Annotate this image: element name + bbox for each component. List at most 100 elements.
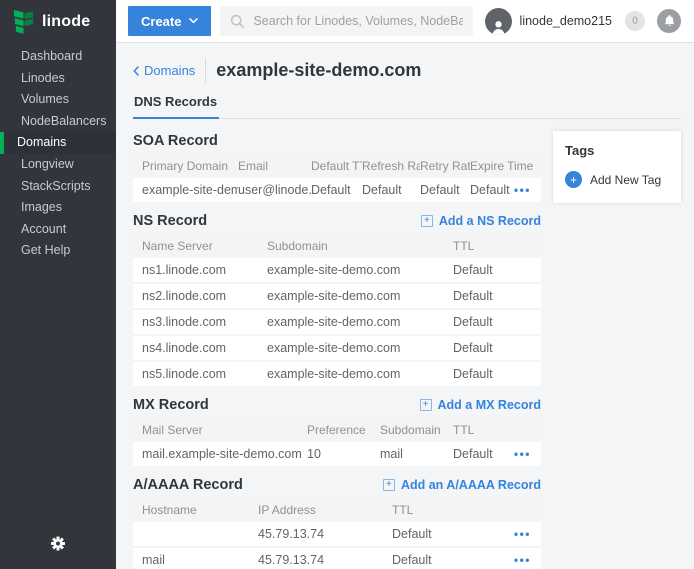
topbar: Create linode_demo215 0 xyxy=(116,0,694,43)
table-row: mail.example-site-demo.com10mailDefault•… xyxy=(133,442,541,466)
sidebar-item-label: Linodes xyxy=(21,71,65,85)
row-actions-menu-icon[interactable]: ••• xyxy=(514,528,531,540)
username[interactable]: linode_demo215 xyxy=(520,14,612,28)
sidebar-item-account[interactable]: Account xyxy=(0,219,116,241)
a-aaaa-record-section: A/AAAA Record + Add an A/AAAA Record Hos… xyxy=(133,476,541,569)
column-header: TTL xyxy=(392,503,541,517)
sidebar-item-label: Dashboard xyxy=(21,49,82,63)
table-header-row: HostnameIP AddressTTL xyxy=(133,500,541,520)
mx-record-table: Mail ServerPreferenceSubdomainTTL mail.e… xyxy=(133,420,541,466)
sidebar-item-label: Images xyxy=(21,200,62,214)
tab-bar: DNS Records xyxy=(133,93,681,119)
add-ns-record-button[interactable]: + Add a NS Record xyxy=(421,214,541,228)
sidebar-item-label: StackScripts xyxy=(21,179,90,193)
row-actions-menu-icon[interactable]: ••• xyxy=(514,184,531,196)
linode-logo[interactable]: linode xyxy=(0,0,116,43)
tab-dns-records[interactable]: DNS Records xyxy=(133,94,219,119)
table-cell: mail.example-site-demo.com xyxy=(133,447,307,461)
chevron-left-icon xyxy=(133,66,139,76)
sidebar-item-nodebalancers[interactable]: NodeBalancers xyxy=(0,111,116,133)
table-body: mail.example-site-demo.com10mailDefault•… xyxy=(133,442,541,466)
search-input[interactable] xyxy=(253,14,462,28)
sidebar-item-images[interactable]: Images xyxy=(0,197,116,219)
add-tag-label: Add New Tag xyxy=(590,173,661,187)
sidebar-item-domains[interactable]: Domains xyxy=(0,132,116,154)
table-row: 45.79.13.74Default••• xyxy=(133,522,541,546)
table-cell: ns3.linode.com xyxy=(133,315,267,329)
user-avatar[interactable] xyxy=(485,8,512,35)
table-row: ns4.linode.comexample-site-demo.comDefau… xyxy=(133,336,541,360)
sidebar-item-volumes[interactable]: Volumes xyxy=(0,89,116,111)
sidebar-item-label: Get Help xyxy=(21,243,70,257)
breadcrumb-divider xyxy=(205,58,206,83)
settings-gear-icon[interactable] xyxy=(51,536,66,556)
table-cell: ns4.linode.com xyxy=(133,341,267,355)
sidebar-item-longview[interactable]: Longview xyxy=(0,154,116,176)
row-actions-menu-icon[interactable]: ••• xyxy=(514,448,531,460)
sidebar-item-get-help[interactable]: Get Help xyxy=(0,240,116,262)
row-actions-menu-icon[interactable]: ••• xyxy=(514,554,531,566)
notification-count-badge[interactable]: 0 xyxy=(625,11,645,31)
column-header: TTL xyxy=(453,239,541,253)
add-a-aaaa-record-button[interactable]: + Add an A/AAAA Record xyxy=(383,478,541,492)
sidebar-item-stackscripts[interactable]: StackScripts xyxy=(0,176,116,198)
table-body: ns1.linode.comexample-site-demo.comDefau… xyxy=(133,258,541,386)
create-button[interactable]: Create xyxy=(128,6,211,36)
add-button-label: Add an A/AAAA Record xyxy=(401,478,541,492)
column-header: Preference xyxy=(307,423,380,437)
sidebar-item-label: Longview xyxy=(21,157,74,171)
page-title: example-site-demo.com xyxy=(216,60,421,81)
column-header: Hostname xyxy=(133,503,258,517)
add-button-label: Add a MX Record xyxy=(438,398,542,412)
column-header: Default TTL xyxy=(311,159,362,173)
section-title: A/AAAA Record xyxy=(133,477,243,493)
column-header: TTL xyxy=(453,423,541,437)
add-mx-record-button[interactable]: + Add a MX Record xyxy=(420,398,542,412)
section-title: NS Record xyxy=(133,213,207,229)
table-cell: Default xyxy=(453,367,541,381)
table-cell: example-site-demo.com xyxy=(267,341,453,355)
table-cell: Default xyxy=(311,183,362,197)
table-cell: mail xyxy=(133,553,258,567)
table-cell: ns2.linode.com xyxy=(133,289,267,303)
table-cell: Default xyxy=(362,183,420,197)
breadcrumb-back-label: Domains xyxy=(144,63,195,78)
section-title: SOA Record xyxy=(133,133,218,149)
column-header: Subdomain xyxy=(380,423,453,437)
a-aaaa-record-table: HostnameIP AddressTTL 45.79.13.74Default… xyxy=(133,500,541,569)
table-cell: Default xyxy=(453,263,541,277)
sidebar-item-linodes[interactable]: Linodes xyxy=(0,68,116,90)
main-area: Create linode_demo215 0 xyxy=(116,0,694,569)
add-tag-plus-icon: + xyxy=(565,171,582,188)
breadcrumb-back-link[interactable]: Domains xyxy=(133,63,195,78)
table-body: 45.79.13.74Default•••mail45.79.13.74Defa… xyxy=(133,522,541,569)
table-row: ns5.linode.comexample-site-demo.comDefau… xyxy=(133,362,541,386)
content: Domains example-site-demo.com DNS Record… xyxy=(116,43,694,569)
add-new-tag-button[interactable]: + Add New Tag xyxy=(565,171,661,188)
sidebar-item-label: Volumes xyxy=(21,92,69,106)
table-cell: example-site-demo.com xyxy=(267,315,453,329)
notifications-bell-icon[interactable] xyxy=(657,9,681,33)
column-header: Expire Time xyxy=(470,159,541,173)
breadcrumb: Domains example-site-demo.com xyxy=(133,58,681,83)
table-header-row: Primary DomainEmailDefault TTLRefresh Ra… xyxy=(133,156,541,176)
create-button-label: Create xyxy=(141,14,181,29)
add-plus-icon: + xyxy=(420,399,432,411)
table-cell: Default xyxy=(453,315,541,329)
table-cell: Default xyxy=(453,341,541,355)
sidebar-item-dashboard[interactable]: Dashboard xyxy=(0,46,116,68)
add-plus-icon: + xyxy=(421,215,433,227)
global-search[interactable] xyxy=(220,6,472,36)
column-header: Retry Rate xyxy=(420,159,470,173)
table-cell: Default xyxy=(453,289,541,303)
column-header: Mail Server xyxy=(133,423,307,437)
ns-record-section: NS Record + Add a NS Record Name ServerS… xyxy=(133,212,541,386)
table-row: ns3.linode.comexample-site-demo.comDefau… xyxy=(133,310,541,334)
table-cell: ns1.linode.com xyxy=(133,263,267,277)
table-cell: user@linode.com xyxy=(238,183,311,197)
table-cell: ns5.linode.com xyxy=(133,367,267,381)
tags-panel-title: Tags xyxy=(565,143,669,158)
sidebar: linode Dashboard Linodes Volumes NodeBal… xyxy=(0,0,116,569)
add-button-label: Add a NS Record xyxy=(439,214,541,228)
table-row: mail45.79.13.74Default••• xyxy=(133,548,541,569)
